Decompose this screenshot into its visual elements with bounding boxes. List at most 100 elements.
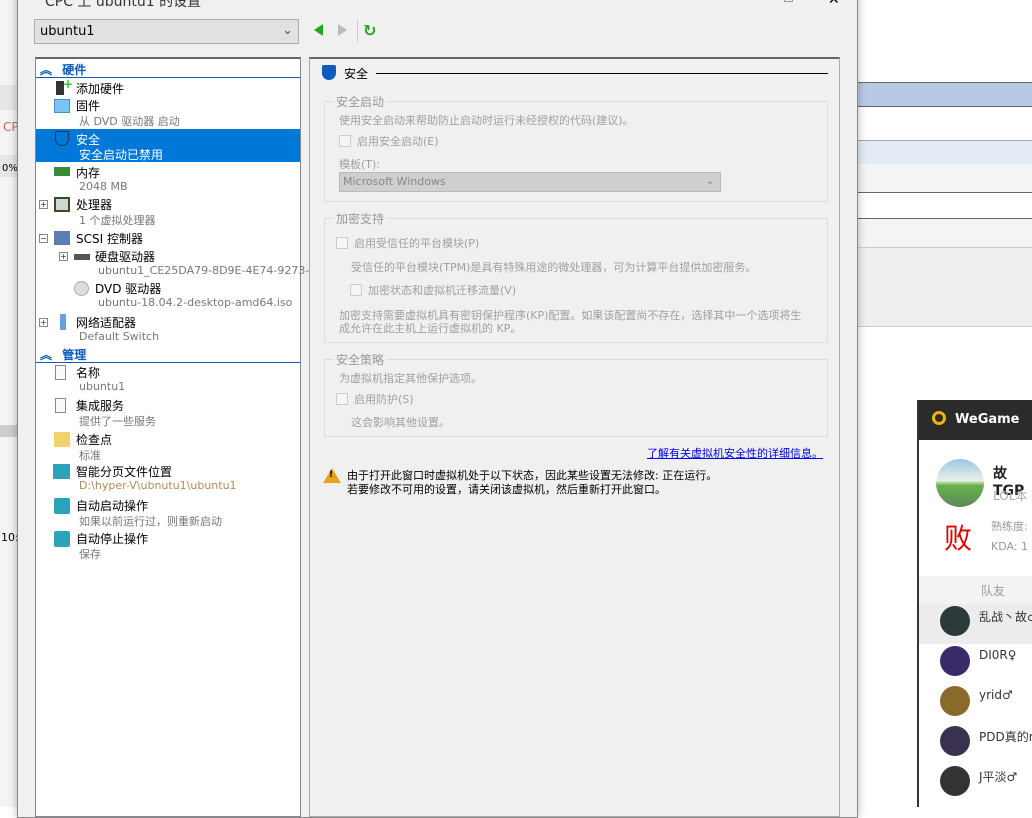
text-label: 启用安全启动(E) [357, 135, 439, 148]
text-label: DVD 驱动器 [95, 282, 162, 296]
next-button[interactable] [338, 24, 347, 36]
decoration [857, 164, 1032, 193]
tree-item-auto-start[interactable]: 自动启动操作如果以前运行过，则重新启动 [36, 497, 300, 530]
item-label: 添加硬件 [76, 82, 125, 96]
checklist-icon [55, 398, 66, 413]
paging-icon [53, 464, 70, 479]
teammate-name[interactable]: PDD真的n [979, 728, 1032, 745]
processor-icon [54, 197, 70, 212]
tree-item-hard-drive[interactable]: + 硬盘驱动器 ubuntu1_CE25DA79-8D9E-4E74-9273-..… [36, 248, 320, 281]
close-button[interactable]: ✕ [828, 0, 840, 8]
expand-icon[interactable]: + [39, 200, 48, 209]
refresh-icon[interactable]: ↻ [363, 21, 376, 40]
security-info-link[interactable]: 了解有关虚拟机安全性的详细信息。 [647, 445, 823, 461]
maximize-button[interactable] [784, 0, 793, 2]
text-label: 自动启动操作 [76, 499, 149, 513]
text-label: 网络适配器 [76, 316, 137, 330]
enable-tpm-checkbox[interactable]: 启用受信任的平台模块(P) [336, 235, 479, 251]
teammate-name[interactable]: yrid♂ [979, 688, 1013, 702]
decoration: + [63, 77, 74, 91]
text-label: D:\hyper-V\ubnutu1\ubuntu1 [79, 479, 237, 492]
decoration [336, 393, 348, 405]
text-label: 这会影响其他设置。 [351, 416, 450, 429]
match-result: 败 [944, 522, 973, 555]
dvd-icon [74, 281, 89, 296]
security-policy-group: 安全策略 为虚拟机指定其他保护选项。 启用防护(S) 这会影响其他设置。 [324, 351, 828, 437]
text-label: 硬盘驱动器 [95, 250, 156, 264]
enable-shielding-checkbox[interactable]: 启用防护(S) [336, 391, 414, 407]
network-icon [60, 314, 66, 330]
text-label: 处理器 [76, 198, 113, 212]
template-select[interactable]: Microsoft Windows ⌄ [339, 172, 721, 192]
decoration [857, 140, 1032, 164]
text-label: 启用防护(S) [354, 393, 414, 406]
tree-item-checkpoints[interactable]: 检查点 标准 [36, 431, 300, 464]
teammate-avatar [940, 726, 970, 756]
text-label: 熟练度: [991, 520, 1028, 533]
name-icon [55, 365, 66, 380]
text-label: 固件 [76, 99, 101, 113]
text-label: 加密状态和虚拟机迁移流量(V) [368, 284, 517, 297]
vm-select[interactable]: ubuntu1 ⌄ [34, 19, 299, 44]
collapse-icon[interactable]: ︽ [40, 63, 52, 77]
decoration [857, 82, 1032, 107]
tree-item-memory[interactable]: 内存 2048 MB [36, 164, 300, 197]
tree-item-auto-stop[interactable]: 自动停止操作 保存 [36, 530, 300, 563]
collapse-icon[interactable]: ︽ [40, 348, 52, 362]
teammate-name[interactable]: 乱战丶故♂ [979, 608, 1032, 625]
text-label: 模板(T): [339, 158, 381, 171]
panel-title: 安全 [344, 67, 369, 81]
teammate-name[interactable]: J平淡♂ [979, 768, 1017, 785]
tree-item-processor[interactable]: + 处理器 1 个虚拟处理器 [36, 196, 300, 229]
text-label: SCSI 控制器 [76, 232, 143, 246]
stop-action-icon [54, 531, 70, 547]
start-action-icon [54, 498, 70, 514]
decoration [350, 284, 362, 296]
decoration [339, 135, 351, 147]
collapse-icon[interactable]: − [39, 234, 48, 243]
expand-icon[interactable]: + [59, 252, 68, 261]
text-label: 如果以前运行过，则重新启动 [79, 515, 222, 528]
vm-select-value: ubuntu1 [40, 24, 95, 39]
text-label: ubuntu-18.04.2-desktop-amd64.iso [98, 296, 293, 309]
teammate-name[interactable]: DI0R♀ [979, 648, 1017, 662]
teammate-avatar [940, 766, 970, 796]
tree-item-smart-paging[interactable]: 智能分页文件位置 D:\hyper-V\ubnutu1\ubuntu1 [36, 463, 300, 496]
text-label: 智能分页文件位置 [76, 465, 173, 479]
section-hardware[interactable]: ︽ 硬件 [36, 61, 300, 78]
tree-item-security[interactable]: 安全 安全启动已禁用 [36, 129, 300, 162]
text-label: WeGame [955, 412, 1020, 427]
warning-text: 若要修改不可用的设置，请关闭该虚拟机，然后重新打开此窗口。 [347, 483, 666, 496]
teammate-avatar [940, 686, 970, 716]
tree-item-network-adapter[interactable]: + 网络适配器 Default Switch [36, 314, 300, 347]
text-label: ubuntu1_CE25DA79-8D9E-4E74-9273-... [98, 264, 320, 277]
tree-item-name[interactable]: 名称 ubuntu1 [36, 364, 300, 397]
player-avatar [936, 459, 984, 507]
decoration [336, 237, 348, 249]
tree-item-scsi[interactable]: − SCSI 控制器 [36, 230, 300, 247]
checkpoint-icon [54, 432, 70, 447]
tree-item-add-hardware[interactable]: + 添加硬件 [36, 77, 300, 96]
text-label: 名称 [76, 366, 101, 380]
enable-secure-boot-checkbox[interactable]: 启用安全启动(E) [339, 133, 439, 149]
tree-item-dvd-drive[interactable]: DVD 驱动器 ubuntu-18.04.2-desktop-amd64.iso [36, 280, 300, 313]
text-label: 检查点 [76, 433, 113, 447]
monitor-icon [54, 99, 70, 113]
tree-item-integration-services[interactable]: 集成服务 提供了一些服务 [36, 397, 300, 430]
encryption-group: 加密支持 启用受信任的平台模块(P) 受信任的平台模块(TPM)是具有特殊用途的… [324, 210, 828, 343]
previous-button[interactable] [314, 24, 323, 36]
encrypt-traffic-checkbox[interactable]: 加密状态和虚拟机迁移流量(V) [350, 282, 516, 298]
wegame-logo-icon [932, 411, 946, 425]
decoration [0, 85, 18, 110]
text-label: ubuntu1 [79, 380, 126, 393]
section-management[interactable]: ︽ 管理 [36, 346, 300, 363]
bg-text: 0% [2, 163, 18, 174]
text-label: 2048 MB [79, 180, 128, 193]
expand-icon[interactable]: + [39, 318, 48, 327]
text-label: 安全启动已禁用 [79, 148, 164, 162]
section-label: 管理 [62, 348, 87, 362]
tree-item-firmware[interactable]: 固件从 DVD 驱动器 启动 [36, 97, 300, 130]
wegame-panel: WeGame 故TGP LOL本 败 熟练度: KDA: 1 队友 乱战丶故♂ … [917, 400, 1032, 807]
text-label: 安全启动 [333, 93, 388, 110]
text-label: 集成服务 [76, 399, 125, 413]
